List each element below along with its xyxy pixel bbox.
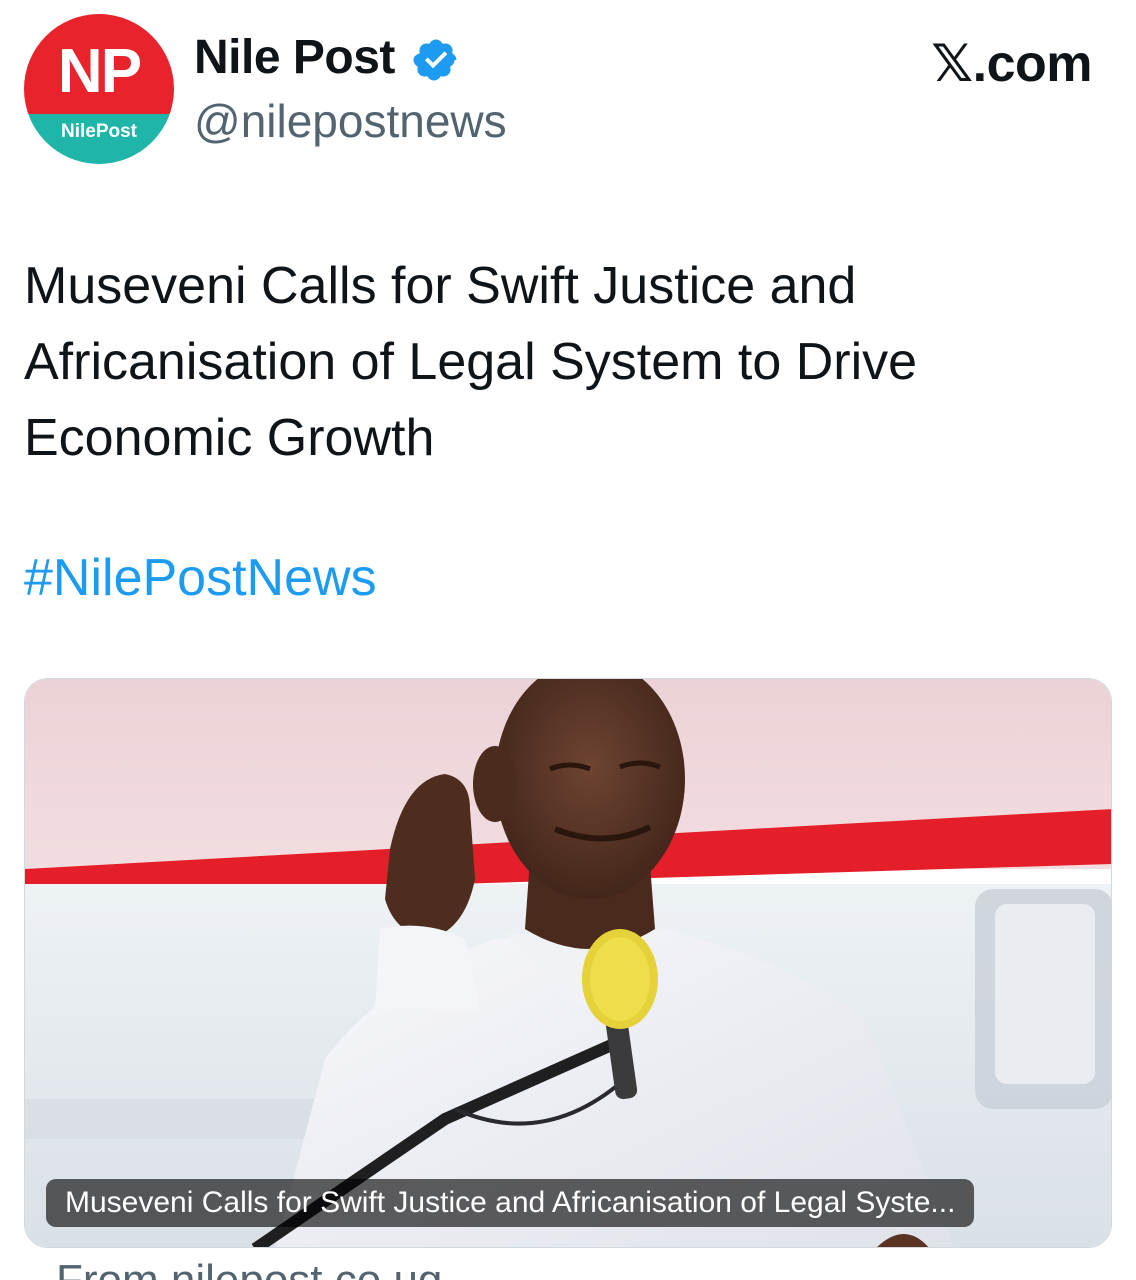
verified-badge-icon xyxy=(413,39,457,81)
tweet-header: NP NilePost Nile Post @nilepostnews 𝕏.co… xyxy=(0,0,1136,180)
avatar[interactable]: NP NilePost xyxy=(24,14,174,164)
svg-text:NilePost: NilePost xyxy=(61,121,138,142)
x-brand-watermark: 𝕏.com xyxy=(931,35,1092,93)
link-card[interactable]: Museveni Calls for Swift Justice and Afr… xyxy=(24,678,1112,1248)
display-name[interactable]: Nile Post xyxy=(194,30,395,85)
tweet-text: Museveni Calls for Swift Justice and Afr… xyxy=(24,257,918,467)
hashtag-link[interactable]: #NilePostNews xyxy=(24,545,377,611)
article-photo xyxy=(25,679,1111,1247)
account-handle[interactable]: @nilepostnews xyxy=(194,94,507,148)
svg-text:NP: NP xyxy=(58,37,141,106)
card-title-overlay: Museveni Calls for Swift Justice and Afr… xyxy=(46,1179,975,1227)
card-source-domain[interactable]: From nilepost.co.ug xyxy=(56,1256,442,1280)
nilepost-logo: NP NilePost xyxy=(24,14,174,164)
